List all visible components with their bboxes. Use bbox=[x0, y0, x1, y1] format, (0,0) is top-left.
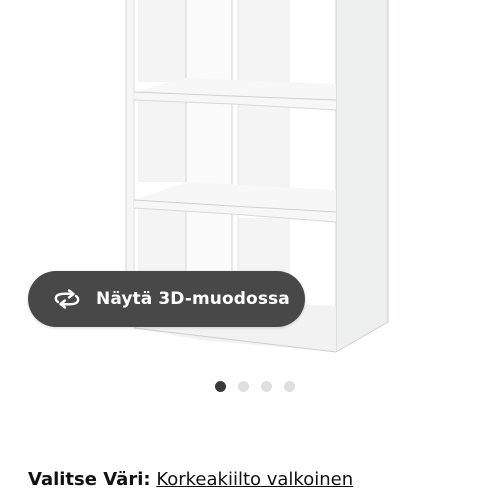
carousel-dot[interactable] bbox=[261, 381, 272, 392]
rotate-3d-icon bbox=[52, 287, 82, 311]
carousel-dot[interactable] bbox=[284, 381, 295, 392]
carousel-dot[interactable] bbox=[215, 381, 226, 392]
carousel-dots bbox=[215, 381, 295, 392]
view-3d-button[interactable]: Näytä 3D-muodossa bbox=[28, 271, 305, 327]
view-3d-label: Näytä 3D-muodossa bbox=[96, 289, 290, 309]
carousel-dot[interactable] bbox=[238, 381, 249, 392]
